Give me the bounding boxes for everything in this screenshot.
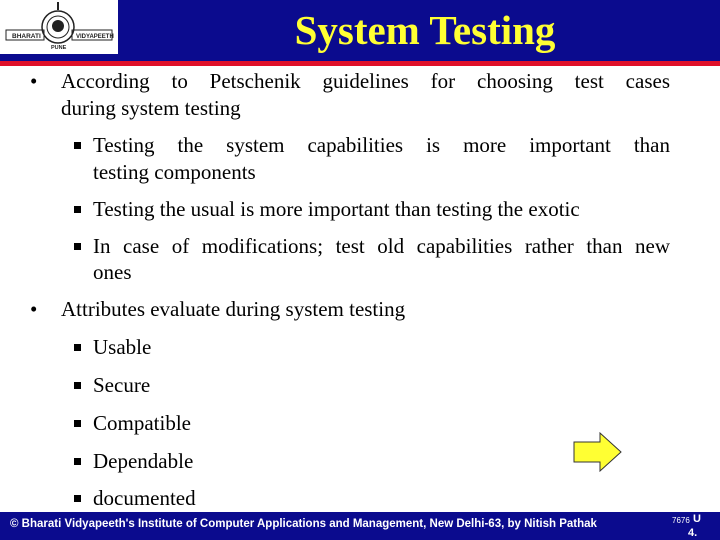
page-number: 4. — [688, 527, 698, 539]
header-divider — [0, 61, 720, 66]
bullet-text-line: during system testing — [61, 96, 241, 120]
square-bullet-icon — [74, 420, 81, 427]
square-bullet-icon — [74, 206, 81, 213]
sub-bullet-text: In case of modifications; test old capab… — [93, 234, 670, 258]
bullet-text-line: Attributes evaluate during system testin… — [61, 297, 406, 321]
bullet-dot-icon: • — [30, 297, 38, 321]
sub-bullet-text: Testing the usual is more important than… — [93, 197, 580, 221]
bullet-text-line: According to Petschenik guidelines for c… — [61, 69, 670, 93]
slide-title: System Testing — [294, 7, 556, 53]
page-number-unit: U — [693, 513, 701, 525]
page-number-small: 7676 — [672, 516, 690, 525]
slide-footer: © Bharati Vidyapeeth's Institute of Comp… — [0, 512, 720, 540]
sub-bullet-text: testing components — [93, 160, 256, 184]
sub-bullet-text: ones — [93, 260, 132, 284]
slide-header: BHARATI VIDYAPEETH PUNE System Testing — [0, 0, 720, 62]
footer-copyright: © Bharati Vidyapeeth's Institute of Comp… — [10, 518, 597, 530]
next-slide-arrow-icon[interactable] — [573, 432, 623, 472]
institute-logo: BHARATI VIDYAPEETH PUNE — [0, 0, 118, 54]
svg-text:PUNE: PUNE — [51, 45, 67, 51]
sub-bullet-text: documented — [93, 486, 196, 510]
sub-bullet-text: Usable — [93, 335, 152, 359]
svg-text:BHARATI: BHARATI — [12, 33, 41, 40]
sub-bullet-text: Secure — [93, 373, 151, 397]
square-bullet-icon — [74, 142, 81, 149]
square-bullet-icon — [74, 382, 81, 389]
logo-emblem-icon: BHARATI VIDYAPEETH PUNE — [5, 2, 114, 51]
svg-text:VIDYAPEETH: VIDYAPEETH — [76, 34, 114, 40]
square-bullet-icon — [74, 458, 81, 465]
sub-bullet-text: Testing the system capabilities is more … — [93, 133, 670, 157]
bullet-dot-icon: • — [30, 69, 38, 93]
square-bullet-icon — [74, 243, 81, 250]
square-bullet-icon — [74, 495, 81, 502]
square-bullet-icon — [74, 344, 81, 351]
